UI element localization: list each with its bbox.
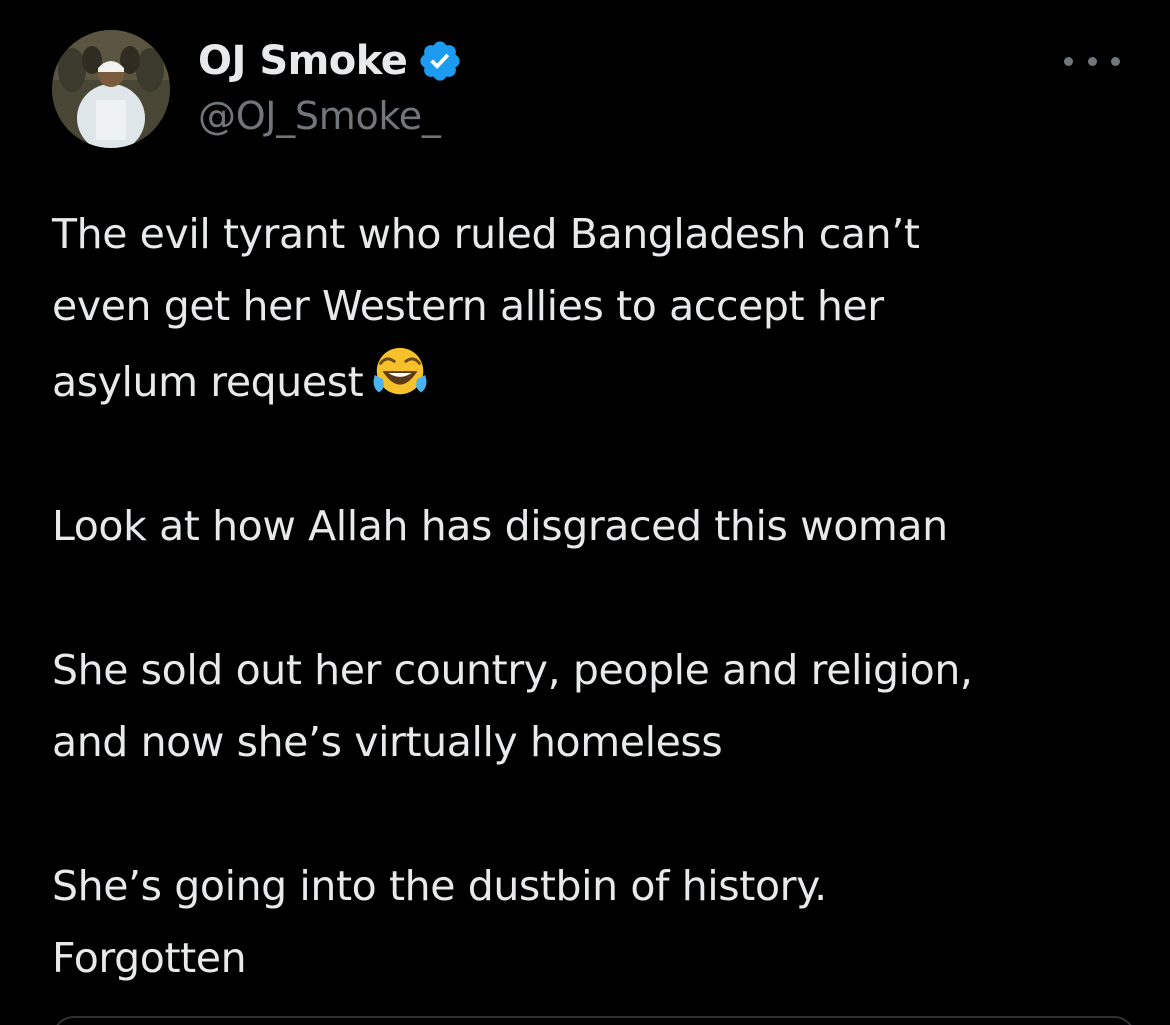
more-options-icon[interactable] (1064, 52, 1120, 70)
tweet-paragraph: She sold out her country, people and rel… (52, 634, 1132, 778)
embedded-card[interactable] (52, 1016, 1136, 1025)
display-name[interactable]: OJ Smoke (198, 38, 408, 84)
more-dot (1064, 56, 1073, 66)
more-dot (1087, 56, 1097, 66)
avatar-image (52, 30, 170, 148)
profile-avatar[interactable] (52, 30, 170, 148)
tweet-line: asylum request (52, 358, 364, 406)
tweet-paragraph: Look at how Allah has disgraced this wom… (52, 490, 1132, 562)
face-with-tears-of-joy-icon (373, 347, 427, 395)
tweet-paragraph: She’s going into the dustbin of history.… (52, 850, 1132, 994)
author-header: OJ Smoke @OJ_Smoke_ (198, 32, 463, 138)
tweet-line: and now she’s virtually homeless (52, 718, 723, 766)
tweet-paragraph: The evil tyrant who ruled Bangladesh can… (52, 198, 1132, 418)
tweet-line: The evil tyrant who ruled Bangladesh can… (52, 210, 920, 258)
tweet-line: She’s going into the dustbin of history. (52, 862, 827, 910)
tweet-line: Look at how Allah has disgraced this wom… (52, 502, 948, 550)
tweet-line: Forgotten (52, 934, 247, 982)
author-handle[interactable]: @OJ_Smoke_ (198, 94, 463, 138)
tweet: OJ Smoke @OJ_Smoke_ The evil tyrant who … (0, 0, 1170, 1025)
tweet-text: The evil tyrant who ruled Bangladesh can… (52, 198, 1132, 994)
display-name-row: OJ Smoke (198, 32, 463, 90)
tweet-line: She sold out her country, people and rel… (52, 646, 973, 694)
more-dot (1111, 56, 1120, 66)
tweet-line: even get her Western allies to accept he… (52, 282, 884, 330)
verified-badge-icon[interactable] (417, 38, 463, 84)
